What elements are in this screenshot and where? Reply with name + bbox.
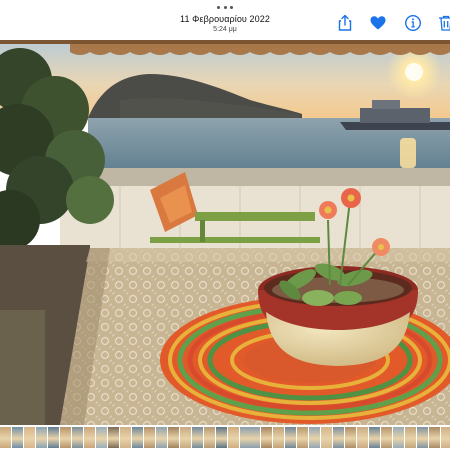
share-button[interactable]: [336, 14, 354, 32]
thumbnail[interactable]: [96, 427, 107, 448]
thumbnail[interactable]: [36, 427, 47, 448]
thumbnail[interactable]: [357, 427, 368, 448]
thumbnail[interactable]: [321, 427, 332, 448]
heart-icon: [370, 16, 386, 30]
thumbnail[interactable]: [369, 427, 380, 448]
thumbnail[interactable]: [216, 427, 227, 448]
thumbnail[interactable]: [24, 427, 35, 448]
thumbnail[interactable]: [120, 427, 131, 448]
trash-icon: [439, 15, 450, 31]
thumbnail[interactable]: [12, 427, 23, 448]
thumbnail[interactable]: [393, 427, 404, 448]
thumbnail[interactable]: [261, 427, 272, 448]
thumbnail[interactable]: [204, 427, 215, 448]
share-icon: [338, 14, 352, 31]
thumbnail[interactable]: [192, 427, 203, 448]
thumbnail[interactable]: [168, 427, 179, 448]
thumbnail[interactable]: [345, 427, 356, 448]
thumbnail[interactable]: [0, 427, 11, 448]
info-icon: [404, 14, 422, 32]
thumbnail[interactable]: [108, 427, 119, 448]
more-dots-icon[interactable]: [217, 5, 233, 9]
thumbnail[interactable]: [273, 427, 284, 448]
thumbnail[interactable]: [144, 427, 155, 448]
info-button[interactable]: [404, 14, 422, 32]
thumbnail[interactable]: [84, 427, 95, 448]
thumbnail[interactable]: [180, 427, 191, 448]
thumbnail[interactable]: [285, 427, 296, 448]
thumbnail[interactable]: [381, 427, 392, 448]
thumbnail[interactable]: [333, 427, 344, 448]
thumbnail[interactable]: [156, 427, 167, 448]
favorite-button[interactable]: [369, 14, 387, 32]
thumbnail-list: [0, 426, 450, 449]
thumbnail[interactable]: [417, 427, 428, 448]
thumbnail[interactable]: [48, 427, 59, 448]
thumbnail[interactable]: [441, 427, 450, 448]
thumbnail[interactable]: [297, 427, 308, 448]
delete-button[interactable]: [437, 14, 450, 32]
thumbnail[interactable]: [405, 427, 416, 448]
photo-image: [0, 40, 450, 425]
main-photo[interactable]: [0, 40, 450, 425]
photo-header-bar: 11 Φεβρουαρίου 2022 5:24 μμ: [0, 0, 450, 40]
thumbnail[interactable]: [132, 427, 143, 448]
thumbnail[interactable]: [60, 427, 71, 448]
thumbnail[interactable]: [429, 427, 440, 448]
thumbnail[interactable]: [309, 427, 320, 448]
thumbnail-strip[interactable]: [0, 425, 450, 450]
thumbnail[interactable]: [72, 427, 83, 448]
thumbnail-current[interactable]: [239, 426, 261, 449]
thumbnail[interactable]: [228, 427, 239, 448]
